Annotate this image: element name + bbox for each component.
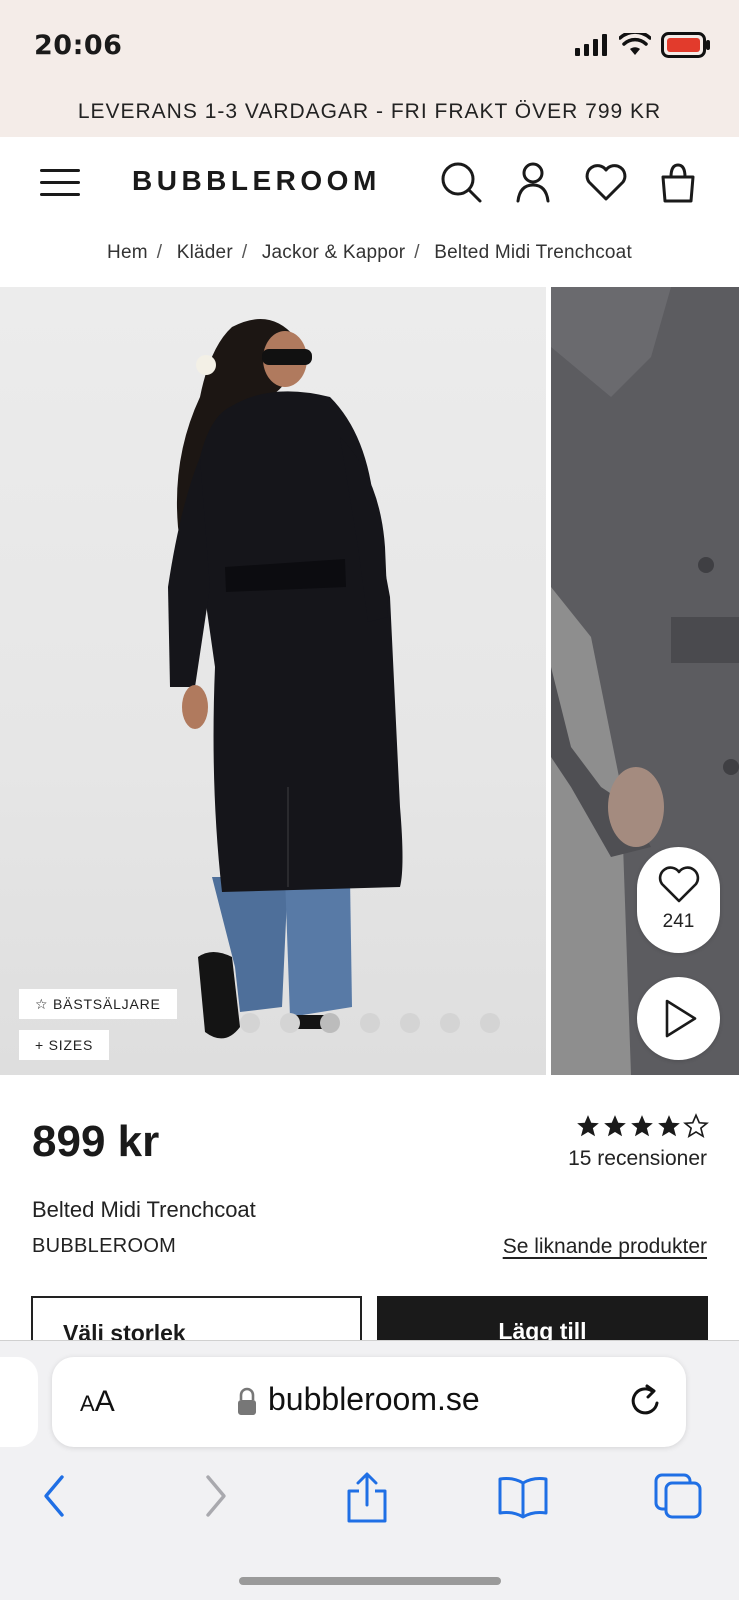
product-image-next[interactable] (551, 287, 739, 1075)
heart-icon (658, 866, 700, 903)
rating-stars[interactable] (575, 1113, 709, 1139)
star-filled-icon (658, 1115, 680, 1137)
product-brand[interactable]: BUBBLEROOM (32, 1235, 176, 1258)
reload-icon[interactable] (626, 1381, 666, 1421)
coat-detail-illustration (551, 287, 739, 1075)
product-info: 899 kr 15 recensioner Belted Midi Trench… (0, 1075, 739, 1366)
previous-tab-preview[interactable] (0, 1357, 38, 1447)
site-logo[interactable]: BUBBLEROOM (132, 165, 381, 197)
url-text[interactable]: bubbleroom.se (268, 1381, 480, 1418)
signal-icon (575, 34, 607, 56)
star-filled-icon (577, 1115, 599, 1137)
shipping-announcement: LEVERANS 1-3 VARDAGAR - FRI FRAKT ÖVER 7… (0, 92, 739, 137)
gallery-dot[interactable] (440, 1013, 460, 1033)
gallery-dot[interactable] (480, 1013, 500, 1033)
similar-products-link[interactable]: Se liknande produkter (503, 1235, 707, 1259)
menu-button[interactable] (40, 165, 82, 199)
breadcrumb-home[interactable]: Hem (107, 242, 148, 263)
tabs-icon[interactable] (652, 1471, 704, 1521)
address-bar[interactable]: AA bubbleroom.se (52, 1357, 686, 1447)
gallery-dot[interactable] (280, 1013, 300, 1033)
wishlist-heart-icon[interactable] (583, 159, 629, 205)
sizes-tag[interactable]: + SIZES (19, 1030, 110, 1060)
gallery-dot-active[interactable] (320, 1013, 340, 1033)
star-filled-icon (631, 1115, 653, 1137)
gallery-dots (240, 1013, 500, 1033)
gallery-dot[interactable] (400, 1013, 420, 1033)
home-indicator (239, 1577, 501, 1585)
back-icon[interactable] (38, 1471, 72, 1521)
lock-icon (238, 1387, 256, 1415)
favorite-count: 241 (662, 911, 695, 932)
gallery-dot[interactable] (360, 1013, 380, 1033)
gallery-dot[interactable] (240, 1013, 260, 1033)
product-price: 899 kr (32, 1117, 160, 1166)
breadcrumb-clothes[interactable]: Kläder (177, 242, 233, 263)
bookmarks-icon[interactable] (496, 1471, 550, 1521)
bestseller-tag: ☆ BÄSTSÄLJARE (19, 989, 177, 1019)
model-illustration (168, 319, 403, 1039)
browser-toolbar: AA bubbleroom.se (0, 1340, 739, 1600)
star-filled-icon (604, 1115, 626, 1137)
play-video-button[interactable] (637, 977, 720, 1060)
product-name: Belted Midi Trenchcoat (32, 1197, 256, 1222)
status-bar: 20:06 (0, 0, 739, 92)
wifi-icon (619, 33, 651, 55)
breadcrumb: Hem / Kläder / Jackor & Kappor / Belted Mid… (107, 242, 632, 263)
breadcrumb-current: Belted Midi Trenchcoat (434, 242, 632, 263)
site-header: BUBBLEROOM (0, 137, 739, 229)
browser-nav-row (0, 1471, 739, 1541)
play-icon (665, 999, 697, 1038)
breadcrumb-jackets[interactable]: Jackor & Kappor (262, 242, 405, 263)
review-count[interactable]: 15 recensioner (568, 1147, 707, 1171)
status-icons (575, 32, 711, 58)
product-gallery[interactable]: ☆ BÄSTSÄLJARE + SIZES 241 (0, 287, 739, 1075)
battery-icon (661, 32, 710, 58)
product-image-main[interactable]: ☆ BÄSTSÄLJARE + SIZES (0, 287, 546, 1075)
star-empty-icon (683, 1113, 709, 1139)
text-size-button[interactable]: AA (80, 1385, 115, 1419)
status-time: 20:06 (34, 30, 123, 61)
account-icon[interactable] (510, 159, 556, 205)
share-icon[interactable] (344, 1471, 390, 1525)
forward-icon[interactable] (198, 1471, 232, 1521)
favorite-button[interactable]: 241 (637, 847, 720, 953)
search-icon[interactable] (438, 159, 484, 205)
cart-bag-icon[interactable] (655, 159, 701, 205)
